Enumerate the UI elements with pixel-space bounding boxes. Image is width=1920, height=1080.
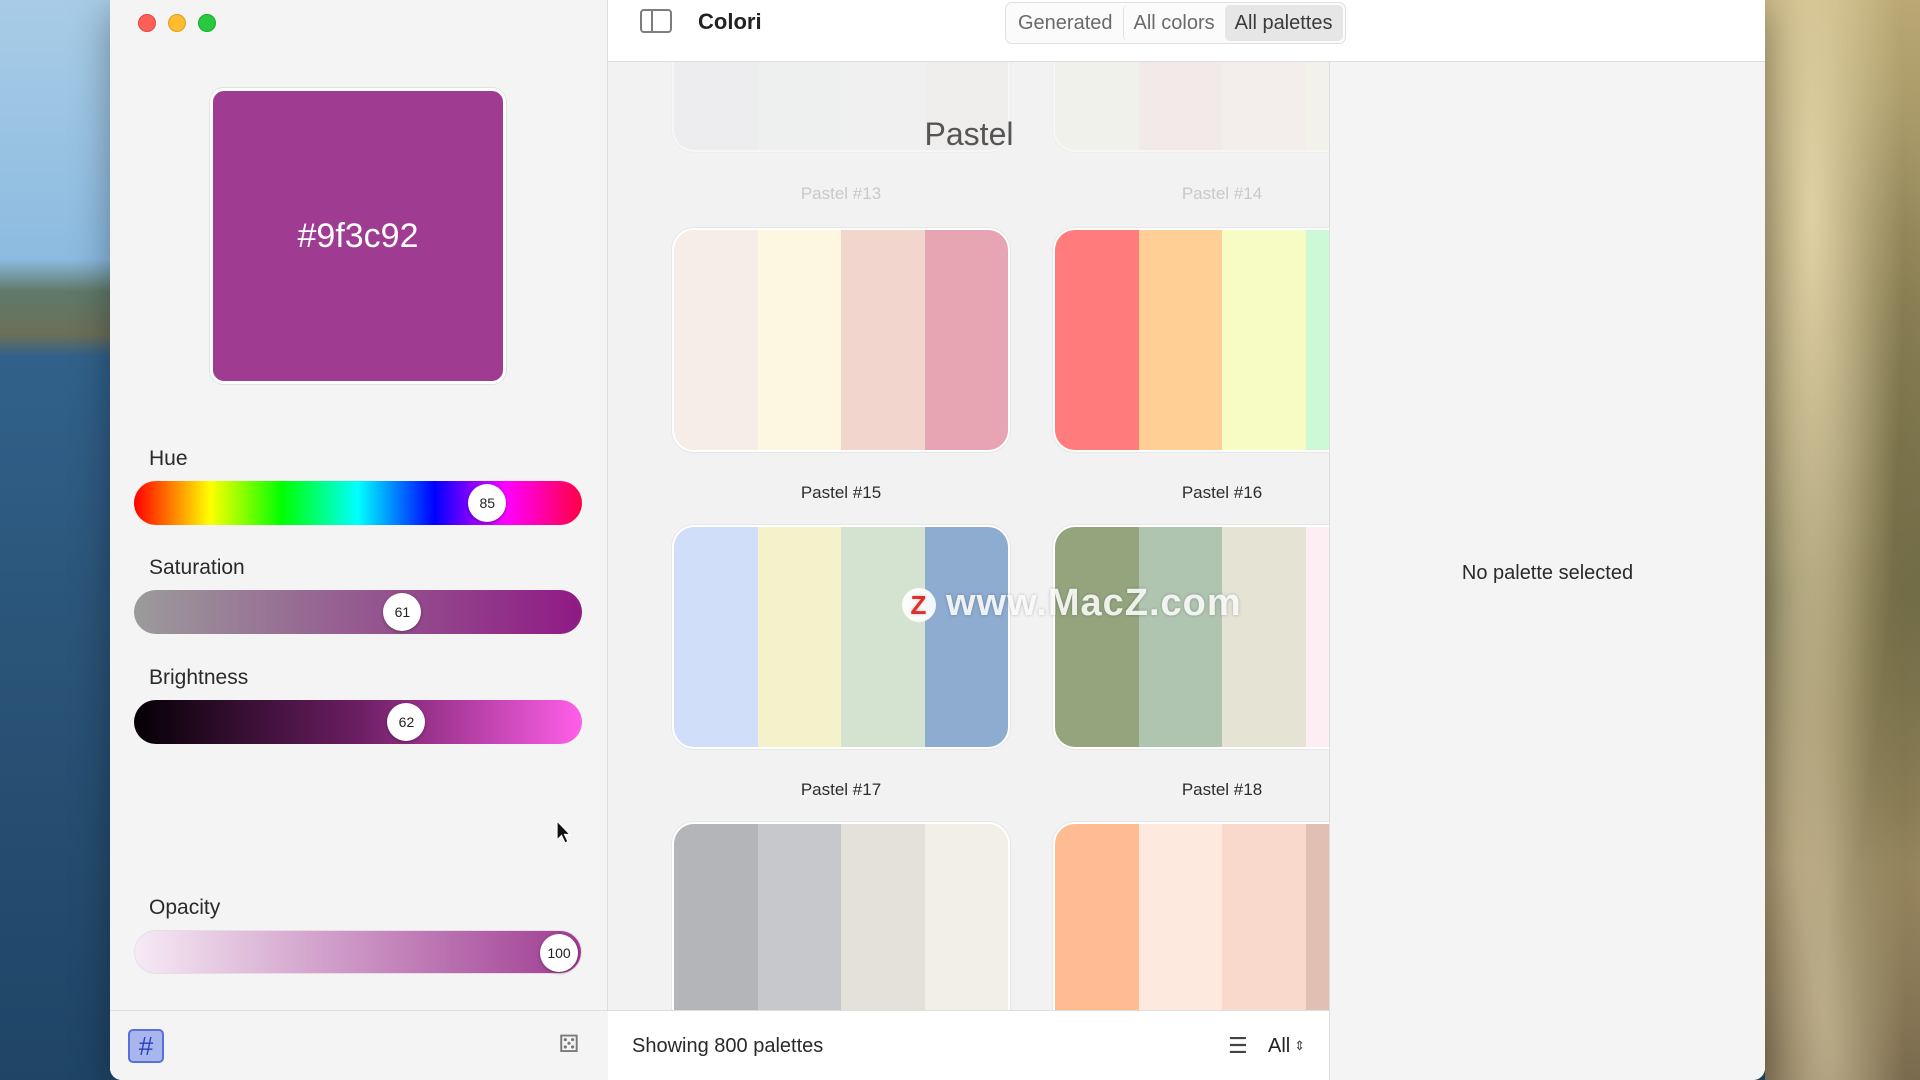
saturation-knob[interactable]: 61 — [383, 593, 422, 631]
opacity-value: 100 — [547, 945, 571, 961]
color-inspector: #9f3c92 Hue 85 Saturation 61 Brightness … — [110, 0, 608, 1080]
palette-color-stripe — [674, 230, 758, 450]
section-header: Pastel Pastel #13 Pastel #14 — [608, 62, 1329, 203]
minimize-button[interactable] — [168, 14, 186, 32]
hue-knob[interactable]: 85 — [468, 484, 507, 522]
zoom-button[interactable] — [198, 14, 216, 32]
palette-name: Pastel #16 — [1181, 483, 1263, 502]
opacity-knob[interactable]: 100 — [540, 934, 578, 972]
palette-color-stripe — [841, 527, 925, 747]
watermark: Zwww.MacZ.com — [902, 582, 1242, 625]
palette-color-stripe — [924, 230, 1008, 450]
brightness-label: Brightness — [149, 666, 249, 689]
palette-card[interactable] — [672, 228, 1010, 452]
palette-name: Pastel #17 — [800, 780, 882, 799]
palette-color-stripe — [1138, 527, 1222, 747]
palette-color-stripe — [1305, 230, 1329, 450]
section-title: Pastel — [924, 116, 1014, 152]
palette-card[interactable] — [672, 525, 1010, 749]
palette-color-stripe — [674, 824, 758, 1010]
palette-color-stripe — [1222, 230, 1306, 450]
scope-select[interactable]: All ⇕ — [1268, 1035, 1305, 1058]
opacity-label: Opacity — [149, 896, 221, 919]
palette-color-stripe — [757, 527, 841, 747]
tab-all-palettes[interactable]: All palettes — [1224, 5, 1343, 41]
inspector-footer: # ⚄ — [110, 1010, 608, 1080]
palette-color-stripe — [924, 527, 1008, 747]
empty-state: No palette selected — [1461, 562, 1634, 584]
palette-name: Pastel #15 — [800, 483, 882, 502]
palette-card[interactable] — [672, 822, 1010, 1010]
palette-color-stripe — [1138, 230, 1222, 450]
sidebar-toggle-icon[interactable] — [640, 9, 672, 33]
brightness-knob[interactable]: 62 — [387, 703, 426, 741]
hex-input-icon[interactable]: # — [128, 1029, 164, 1063]
palette-color-stripe — [924, 824, 1008, 1010]
app-window: #9f3c92 Hue 85 Saturation 61 Brightness … — [110, 0, 1765, 1080]
palette-color-stripe — [841, 230, 925, 450]
hue-label: Hue — [149, 447, 188, 470]
palette-color-stripe — [674, 527, 758, 747]
desktop-background-left — [0, 0, 112, 1080]
palette-color-stripe — [841, 824, 925, 1010]
palette-name: Pastel #14 — [1181, 184, 1263, 203]
watermark-text: www.MacZ.com — [946, 582, 1242, 624]
watermark-logo-icon: Z — [902, 587, 936, 622]
random-color-icon[interactable]: ⚄ — [556, 1031, 582, 1058]
palette-color-stripe — [1305, 824, 1329, 1010]
palette-card[interactable] — [1053, 822, 1329, 1010]
desktop-background-right — [1765, 0, 1920, 1080]
tab-all-colors[interactable]: All colors — [1122, 5, 1225, 41]
palette-color-stripe — [757, 230, 841, 450]
saturation-slider[interactable]: 61 — [134, 590, 582, 634]
palette-name: Pastel #13 — [800, 184, 882, 203]
palette-color-stripe — [1222, 527, 1306, 747]
saturation-label: Saturation — [149, 556, 245, 579]
palette-color-stripe — [757, 824, 841, 1010]
scope-value: All — [1268, 1035, 1291, 1057]
tab-generated[interactable]: Generated — [1008, 5, 1123, 41]
filter-icon[interactable]: ☰ — [1228, 1033, 1248, 1059]
palette-card[interactable] — [1053, 228, 1329, 452]
app-title: Colori — [698, 9, 762, 34]
palette-color-stripe — [1055, 230, 1139, 450]
detail-pane: No palette selected — [1330, 62, 1765, 1080]
palette-grid[interactable]: Pastel Pastel #13 Pastel #14 Pastel #15 … — [608, 62, 1330, 1010]
chevron-updown-icon: ⇕ — [1294, 1038, 1306, 1053]
brightness-value: 62 — [398, 714, 415, 730]
palette-name: Pastel #18 — [1181, 780, 1263, 799]
view-tabs: Generated All colors All palettes — [1005, 2, 1346, 44]
brightness-slider[interactable]: 62 — [134, 700, 582, 744]
toolbar: Colori Generated All colors All palettes… — [608, 0, 1765, 62]
window-controls — [138, 14, 216, 32]
palette-color-stripe — [1305, 527, 1329, 747]
palette-color-stripe — [1138, 824, 1222, 1010]
hex-value: #9f3c92 — [297, 216, 419, 255]
palette-color-stripe — [1055, 824, 1139, 1010]
opacity-slider[interactable]: 100 — [134, 930, 582, 974]
palette-color-stripe — [1055, 527, 1139, 747]
palette-count: Showing 800 palettes — [632, 1035, 824, 1057]
hue-slider[interactable]: 85 — [134, 481, 582, 525]
status-bar: Showing 800 palettes ☰ All ⇕ — [608, 1010, 1330, 1080]
hue-value: 85 — [479, 495, 496, 511]
mouse-cursor-icon — [556, 820, 572, 844]
color-swatch[interactable]: #9f3c92 — [210, 88, 506, 384]
saturation-value: 61 — [394, 604, 411, 620]
palette-card[interactable] — [1053, 525, 1329, 749]
close-button[interactable] — [138, 14, 156, 32]
palette-color-stripe — [1222, 824, 1306, 1010]
